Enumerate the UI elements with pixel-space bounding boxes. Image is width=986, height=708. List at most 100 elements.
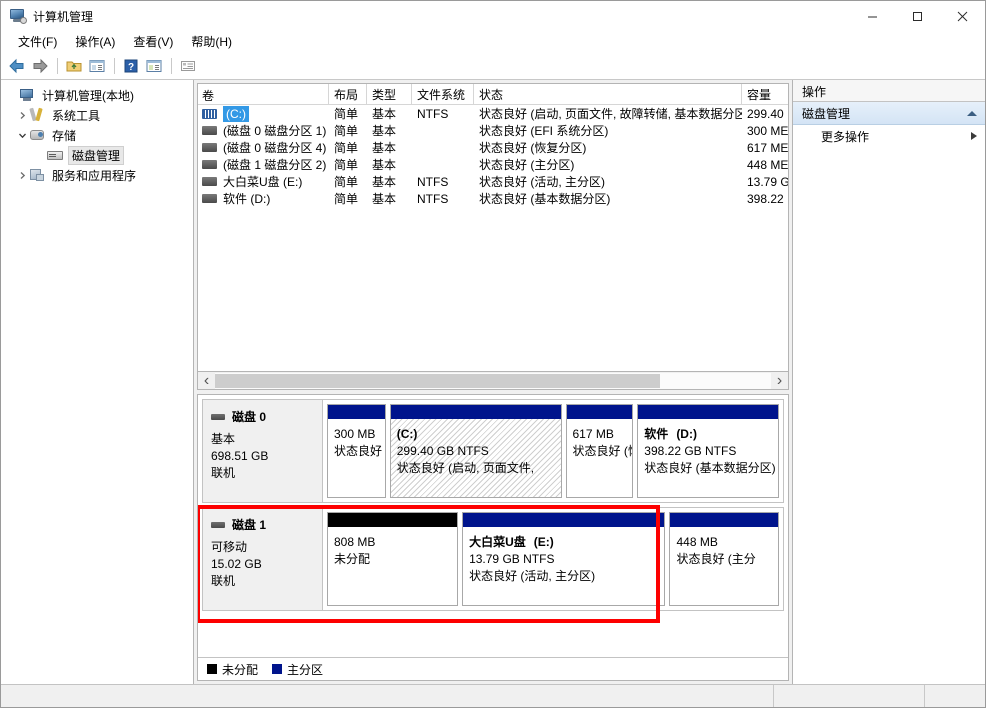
scroll-left-arrow-icon[interactable]: ‹ [198,373,215,389]
sidebar-item-system-tools[interactable]: 系统工具 [1,105,193,125]
menu-action[interactable]: 操作(A) [66,31,124,53]
volume-list: 卷 布局 类型 文件系统 状态 容量 (C:) 简单 基本 [197,83,789,372]
table-row[interactable]: (磁盘 0 磁盘分区 4) 简单 基本 状态良好 (恢复分区) 617 ME [198,139,788,156]
help-icon[interactable]: ? [120,55,142,77]
table-row[interactable]: (磁盘 1 磁盘分区 2) 简单 基本 状态良好 (主分区) 448 ME [198,156,788,173]
disk-1-name: 磁盘 1 [232,516,266,533]
partition-status: 未分配 [334,551,451,568]
cell-volume: 大白菜U盘 (E:) [198,173,329,190]
actions-section-disk-management[interactable]: 磁盘管理 [793,102,985,125]
partition-disk1-unallocated[interactable]: 808 MB 未分配 [327,512,458,606]
partition-disk1-448mb[interactable]: 448 MB 状态良好 (主分 [669,512,779,606]
disk-row-0[interactable]: 磁盘 0 基本 698.51 GB 联机 300 MB 状态良好 ( [202,399,784,503]
scroll-right-arrow-icon[interactable]: › [771,373,788,389]
disk-0-type: 基本 [211,431,322,448]
cell-capacity: 299.40 [742,107,788,121]
chevron-right-icon[interactable] [15,171,29,180]
column-header-volume[interactable]: 卷 [198,84,329,104]
partition-bar [638,405,778,419]
cell-capacity: 13.79 G [742,175,788,189]
disk-0-header[interactable]: 磁盘 0 基本 698.51 GB 联机 [203,400,323,502]
column-header-capacity[interactable]: 容量 [742,84,789,104]
computer-icon [19,87,35,103]
disk-0-title-row: 磁盘 0 [211,408,322,425]
legend-item-unallocated: 未分配 [207,661,258,678]
cell-layout: 简单 [329,156,367,173]
partition-disk0-c[interactable]: (C:) 299.40 GB NTFS 状态良好 (启动, 页面文件, [390,404,562,498]
table-row[interactable]: (C:) 简单 基本 NTFS 状态良好 (启动, 页面文件, 故障转储, 基本… [198,105,788,122]
chevron-right-icon[interactable] [15,111,29,120]
partition-disk0-efi[interactable]: 300 MB 状态良好 ( [327,404,386,498]
disk-1-title-row: 磁盘 1 [211,516,322,533]
cell-layout: 简单 [329,139,367,156]
cell-type: 基本 [367,156,412,173]
partition-info: 300 MB 状态良好 ( [328,419,385,497]
cell-filesystem: NTFS [412,107,474,121]
menu-help[interactable]: 帮助(H) [182,31,241,53]
cell-type: 基本 [367,139,412,156]
computer-management-window: 计算机管理 文件(F) 操作(A) 查看(V) 帮助(H) [0,0,986,708]
menu-view[interactable]: 查看(V) [124,31,182,53]
partition-disk1-e[interactable]: 大白菜U盘(E:) 13.79 GB NTFS 状态良好 (活动, 主分区) [462,512,665,606]
disk-0-partitions: 300 MB 状态良好 ( (C:) 299.40 GB NTFS 状态良好 (… [323,400,783,502]
legend-swatch-unallocated [207,664,217,674]
menu-file[interactable]: 文件(F) [9,31,66,53]
partition-info: 617 MB 状态良好 (恢 [567,419,633,497]
sidebar-item-disk-management[interactable]: 磁盘管理 [1,145,193,165]
back-arrow-icon[interactable] [6,55,28,77]
legend-item-primary-partition: 主分区 [272,661,323,678]
status-segment-secondary [774,685,925,707]
cell-filesystem: NTFS [412,175,474,189]
cell-volume: (磁盘 0 磁盘分区 4) [198,139,329,156]
partition-title: 大白菜U盘(E:) [469,534,658,551]
column-header-status[interactable]: 状态 [474,84,742,104]
cell-status: 状态良好 (主分区) [474,156,742,173]
properties-icon[interactable] [143,55,165,77]
partition-disk0-d[interactable]: 软件(D:) 398.22 GB NTFS 状态良好 (基本数据分区) [637,404,779,498]
toolbar-separator-1 [57,58,58,74]
partition-info: (C:) 299.40 GB NTFS 状态良好 (启动, 页面文件, [391,419,561,497]
sidebar-item-services-and-applications[interactable]: 服务和应用程序 [1,165,193,185]
volume-name: 大白菜U盘 (E:) [223,173,302,190]
partition-info: 448 MB 状态良好 (主分 [670,527,778,605]
disk-1-header[interactable]: 磁盘 1 可移动 15.02 GB 联机 [203,508,323,610]
close-button[interactable] [940,1,985,31]
disk-0-name: 磁盘 0 [232,408,266,425]
column-header-filesystem[interactable]: 文件系统 [412,84,474,104]
volume-name: (磁盘 1 磁盘分区 2) [223,156,326,173]
console-tree-pane: 计算机管理(本地) 系统工具 存储 [1,80,194,684]
tree-root-computer-management[interactable]: 计算机管理(本地) [1,85,193,105]
collapse-caret-icon[interactable] [967,111,977,116]
column-header-type[interactable]: 类型 [367,84,412,104]
cell-layout: 简单 [329,173,367,190]
window-controls [850,1,985,31]
minimize-button[interactable] [850,1,895,31]
toolbar-separator-2 [114,58,115,74]
partition-disk0-recovery[interactable]: 617 MB 状态良好 (恢 [566,404,634,498]
services-icon [29,167,45,183]
scroll-track[interactable] [215,373,771,389]
title-bar-left: 计算机管理 [1,8,93,25]
table-row[interactable]: 软件 (D:) 简单 基本 NTFS 状态良好 (基本数据分区) 398.22 [198,190,788,207]
partition-info: 808 MB 未分配 [328,527,457,605]
maximize-button[interactable] [895,1,940,31]
sidebar-item-storage[interactable]: 存储 [1,125,193,145]
cell-volume: 软件 (D:) [198,190,329,207]
cell-layout: 简单 [329,105,367,122]
action-item-label: 更多操作 [821,128,869,145]
disk-row-1[interactable]: 磁盘 1 可移动 15.02 GB 联机 808 MB 未分配 [202,507,784,611]
forward-arrow-icon[interactable] [29,55,51,77]
column-header-layout[interactable]: 布局 [329,84,367,104]
show-hide-tree-icon[interactable] [86,55,108,77]
up-folder-icon[interactable] [63,55,85,77]
list-view-icon[interactable] [177,55,199,77]
action-more-actions[interactable]: 更多操作 [793,125,985,147]
sidebar-item-label: 存储 [50,127,78,144]
actions-pane-title: 操作 [793,80,985,102]
chevron-down-icon[interactable] [15,131,29,140]
table-row[interactable]: 大白菜U盘 (E:) 简单 基本 NTFS 状态良好 (活动, 主分区) 13.… [198,173,788,190]
volume-name: 软件 (D:) [223,190,270,207]
table-row[interactable]: (磁盘 0 磁盘分区 1) 简单 基本 状态良好 (EFI 系统分区) 300 … [198,122,788,139]
volume-list-hscrollbar[interactable]: ‹ › [197,372,789,390]
scroll-thumb[interactable] [215,374,660,388]
